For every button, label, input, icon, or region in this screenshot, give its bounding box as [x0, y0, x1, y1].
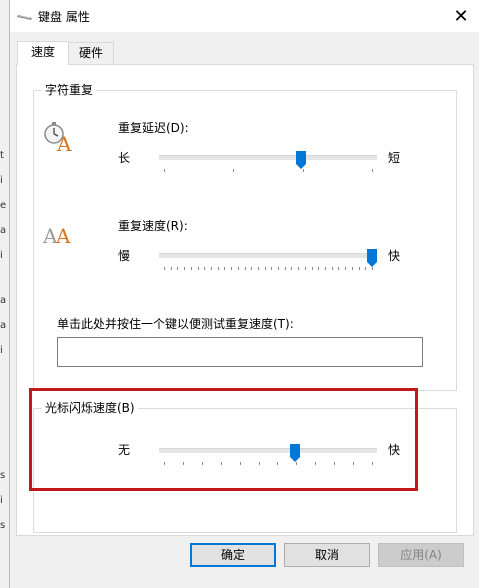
slider-tick: [233, 169, 235, 172]
cursor-blink-label: 光标闪烁速度(B): [42, 400, 138, 416]
slider-tick: [224, 267, 226, 270]
slider-tick: [302, 169, 304, 172]
apply-button[interactable]: 应用(A): [378, 543, 464, 567]
repeat-delay-min-label: 长: [118, 151, 131, 165]
slider-tick: [170, 267, 172, 270]
character-repeat-group: 字符重复 A 重复延迟(D): 长 短 A A 重复速度(R): 慢 快 单击此…: [33, 82, 457, 391]
character-repeat-label: 字符重复: [42, 82, 97, 98]
slider-tick: [257, 267, 259, 270]
slider-tick: [372, 169, 373, 172]
slider-tick: [318, 267, 320, 270]
slider-tick: [182, 462, 184, 465]
slider-ticks: [159, 267, 377, 270]
slider-tick: [372, 462, 373, 465]
repeat-rate-label: 重复速度(R):: [118, 219, 188, 233]
slider-tick: [353, 462, 355, 465]
title-bar: 键盘 属性 ✕: [10, 0, 479, 32]
slider-tick: [338, 267, 340, 270]
repeat-delay-max-label: 短: [388, 151, 401, 165]
slider-tick: [296, 462, 298, 465]
slider-track[interactable]: [159, 448, 377, 453]
slider-tick: [184, 267, 186, 270]
repeat-delay-slider[interactable]: [159, 151, 377, 172]
ok-button[interactable]: 确定: [190, 543, 276, 567]
cursor-blink-group: 光标闪烁速度(B) 无 快: [33, 400, 457, 533]
repeat-test-input[interactable]: [57, 337, 423, 367]
slider-tick: [372, 267, 373, 270]
slider-track[interactable]: [159, 253, 377, 258]
slider-thumb[interactable]: [367, 249, 377, 267]
slider-tick: [204, 267, 206, 270]
slider-tick: [291, 267, 293, 270]
slider-tick: [258, 462, 260, 465]
speed-tab-panel: 字符重复 A 重复延迟(D): 长 短 A A 重复速度(R): 慢 快 单击此…: [16, 64, 474, 536]
cursor-blink-min-label: 无: [118, 443, 131, 457]
repeat-rate-slider[interactable]: [159, 249, 377, 270]
slider-tick: [277, 462, 279, 465]
slider-thumb[interactable]: [290, 444, 301, 462]
slider-tick: [164, 169, 165, 172]
slider-track[interactable]: [159, 155, 377, 160]
keyboard-properties-dialog: 键盘 属性 ✕ 速度 硬件 字符重复 A 重复延迟(D): 长 短 A A 重复…: [9, 0, 479, 588]
keyboard-icon: [17, 15, 32, 20]
repeat-delay-label: 重复延迟(D):: [118, 121, 189, 135]
cancel-button[interactable]: 取消: [284, 543, 370, 567]
close-button[interactable]: ✕: [442, 0, 479, 32]
slider-tick: [271, 267, 273, 270]
slider-thumb[interactable]: [296, 151, 307, 169]
slider-tick: [239, 462, 241, 465]
dialog-body: 速度 硬件 字符重复 A 重复延迟(D): 长 短 A A 重复速度(R): 慢…: [10, 32, 479, 588]
stopwatch-letter-a-icon: A: [44, 122, 72, 152]
slider-ticks: [159, 462, 377, 465]
slider-tick: [164, 267, 165, 270]
svg-text:A: A: [55, 224, 71, 247]
slider-tick: [210, 267, 212, 270]
slider-tick: [334, 462, 336, 465]
cursor-blink-slider[interactable]: [159, 444, 377, 465]
slider-tick: [217, 267, 219, 270]
slider-tick: [284, 267, 286, 270]
slider-tick: [311, 267, 313, 270]
slider-tick: [358, 267, 360, 270]
slider-tick: [325, 267, 327, 270]
slider-tick: [298, 267, 300, 270]
slider-tick: [345, 267, 347, 270]
slider-tick: [220, 462, 222, 465]
cursor-blink-max-label: 快: [388, 443, 401, 457]
repeat-rate-min-label: 慢: [118, 249, 131, 263]
slider-tick: [304, 267, 306, 270]
slider-tick: [201, 462, 203, 465]
slider-tick: [164, 462, 165, 465]
repeat-test-label: 单击此处并按住一个键以便测试重复速度(T):: [57, 317, 294, 331]
slider-tick: [351, 267, 353, 270]
slider-tick: [251, 267, 253, 270]
slider-ticks: [159, 169, 377, 172]
double-letter-a-icon: A A: [43, 224, 71, 247]
slider-tick: [244, 267, 246, 270]
slider-tick: [190, 267, 192, 270]
slider-tick: [264, 267, 266, 270]
slider-tick: [278, 267, 280, 270]
window-title: 键盘 属性: [38, 10, 90, 24]
tab-hardware[interactable]: 硬件: [68, 42, 114, 64]
repeat-rate-max-label: 快: [388, 249, 401, 263]
slider-tick: [177, 267, 179, 270]
slider-tick: [331, 267, 333, 270]
svg-text:A: A: [56, 132, 72, 152]
slider-tick: [315, 462, 317, 465]
tab-speed[interactable]: 速度: [17, 41, 69, 65]
slider-tick: [365, 267, 367, 270]
slider-tick: [237, 267, 239, 270]
slider-tick: [197, 267, 199, 270]
slider-tick: [231, 267, 233, 270]
